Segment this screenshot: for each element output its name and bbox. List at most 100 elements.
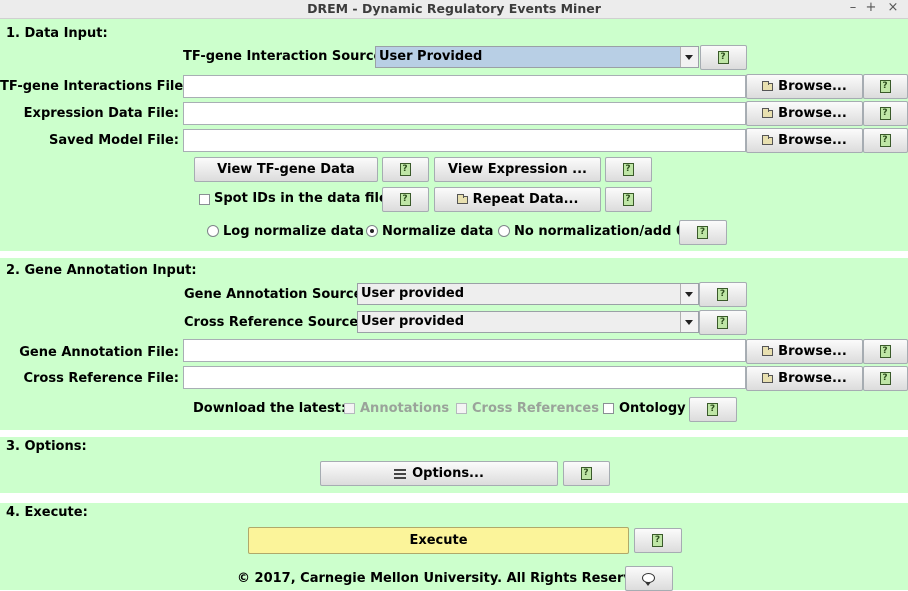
maximize-button[interactable]: + xyxy=(862,0,880,17)
cross-references-checkbox[interactable] xyxy=(456,403,467,414)
folder-icon xyxy=(456,193,468,204)
execute-button[interactable]: Execute xyxy=(248,527,629,554)
help-icon: ? xyxy=(652,533,663,547)
gene-annotation-panel: 2. Gene Annotation Input: Gene Annotatio… xyxy=(0,258,908,430)
title-bar: DREM - Dynamic Regulatory Events Miner –… xyxy=(0,0,908,19)
cross-reference-source-value: User provided xyxy=(361,314,465,329)
gene-annotation-file-input[interactable] xyxy=(183,339,746,362)
data-input-panel: 1. Data Input: TF-gene Interaction Sourc… xyxy=(0,19,908,251)
tf-source-help-button[interactable]: ? xyxy=(700,45,747,70)
gene-annotation-browse-button[interactable]: Browse... xyxy=(746,339,863,364)
help-icon: ? xyxy=(879,371,891,385)
log-normalize-label: Log normalize data xyxy=(223,224,364,239)
tf-file-browse-button[interactable]: Browse... xyxy=(746,74,863,99)
view-tf-data-button[interactable]: View TF-gene Data xyxy=(194,157,378,182)
help-icon: ? xyxy=(879,106,891,120)
window-title: DREM - Dynamic Regulatory Events Miner xyxy=(307,1,601,16)
spot-ids-label: Spot IDs in the data file xyxy=(214,191,388,206)
view-expr-help-button[interactable]: ? xyxy=(605,157,652,182)
cross-reference-source-label: Cross Reference Source: xyxy=(184,315,364,330)
chevron-down-icon[interactable] xyxy=(680,312,698,332)
execute-heading: 4. Execute: xyxy=(6,505,88,520)
chevron-down-icon[interactable] xyxy=(680,47,698,67)
tf-source-value: User Provided xyxy=(376,47,681,67)
log-normalize-radio[interactable] xyxy=(207,225,219,237)
browse-label: Browse... xyxy=(778,344,847,359)
repeat-data-label: Repeat Data... xyxy=(472,192,579,207)
help-icon: ? xyxy=(399,162,411,176)
options-panel: 3. Options: Options... ? xyxy=(0,437,908,493)
annotations-label: Annotations xyxy=(360,401,450,416)
view-tf-help-button[interactable]: ? xyxy=(382,157,429,182)
cross-reference-file-help-button[interactable]: ? xyxy=(863,366,908,391)
tf-file-help-button[interactable]: ? xyxy=(863,74,908,99)
data-input-heading: 1. Data Input: xyxy=(6,26,108,41)
folder-icon xyxy=(762,80,774,91)
options-label: Options... xyxy=(412,466,484,481)
options-button[interactable]: Options... xyxy=(320,461,558,486)
download-latest-label: Download the latest: xyxy=(193,401,347,416)
ontology-label: Ontology xyxy=(619,401,686,416)
browse-label: Browse... xyxy=(778,133,847,148)
chevron-down-icon[interactable] xyxy=(680,284,698,304)
download-help-button[interactable]: ? xyxy=(689,397,737,422)
folder-icon xyxy=(762,345,774,356)
model-file-input[interactable] xyxy=(183,129,746,152)
gene-annotation-file-help-button[interactable]: ? xyxy=(863,339,908,364)
folder-icon xyxy=(762,107,774,118)
cross-references-label: Cross References xyxy=(472,401,599,416)
normalize-radio[interactable] xyxy=(366,225,378,237)
cross-reference-source-dropdown[interactable]: User provided xyxy=(357,311,699,333)
spot-ids-checkbox[interactable] xyxy=(199,194,210,205)
expr-file-input[interactable] xyxy=(183,102,746,125)
gene-annotation-source-value: User provided xyxy=(361,286,465,301)
cross-reference-source-help-button[interactable]: ? xyxy=(699,310,747,335)
gene-annotation-source-help-button[interactable]: ? xyxy=(699,282,747,307)
model-file-browse-button[interactable]: Browse... xyxy=(746,128,863,153)
help-icon: ? xyxy=(879,133,891,147)
execute-help-button[interactable]: ? xyxy=(634,528,682,553)
feedback-button[interactable] xyxy=(625,566,673,591)
tf-source-dropdown[interactable]: User Provided xyxy=(375,46,699,68)
repeat-data-help-button[interactable]: ? xyxy=(605,187,652,212)
expr-file-help-button[interactable]: ? xyxy=(863,101,908,126)
browse-label: Browse... xyxy=(778,79,847,94)
cross-reference-browse-button[interactable]: Browse... xyxy=(746,366,863,391)
close-button[interactable]: × xyxy=(884,0,902,17)
help-icon: ? xyxy=(717,50,729,64)
browse-label: Browse... xyxy=(778,371,847,386)
help-icon: ? xyxy=(879,344,891,358)
options-icon xyxy=(394,468,407,480)
gene-annotation-heading: 2. Gene Annotation Input: xyxy=(6,263,197,278)
gene-annotation-source-dropdown[interactable]: User provided xyxy=(357,283,699,305)
speech-bubble-icon xyxy=(642,572,655,586)
help-icon: ? xyxy=(622,192,634,206)
tf-source-label: TF-gene Interaction Source: xyxy=(183,49,388,64)
model-file-label: Saved Model File: xyxy=(48,133,179,148)
expr-file-label: Expression Data File: xyxy=(23,106,179,121)
tf-file-label: TF-gene Interactions File: xyxy=(0,79,189,94)
folder-icon xyxy=(762,372,774,383)
no-normalization-radio[interactable] xyxy=(498,225,510,237)
help-icon: ? xyxy=(707,402,718,416)
cross-reference-file-input[interactable] xyxy=(183,366,746,389)
ontology-checkbox[interactable] xyxy=(603,403,614,414)
normalization-help-button[interactable]: ? xyxy=(679,220,727,245)
gene-annotation-file-label: Gene Annotation File: xyxy=(19,345,179,360)
view-expression-button[interactable]: View Expression ... xyxy=(434,157,601,182)
annotations-checkbox[interactable] xyxy=(344,403,355,414)
options-heading: 3. Options: xyxy=(6,439,87,454)
minimize-button[interactable]: – xyxy=(844,0,862,17)
browse-label: Browse... xyxy=(778,106,847,121)
help-icon: ? xyxy=(697,225,708,239)
cross-reference-file-label: Cross Reference File: xyxy=(23,371,179,386)
tf-file-input[interactable] xyxy=(183,75,746,98)
options-help-button[interactable]: ? xyxy=(563,461,610,486)
help-icon: ? xyxy=(622,162,634,176)
spot-ids-help-button[interactable]: ? xyxy=(382,187,429,212)
model-file-help-button[interactable]: ? xyxy=(863,128,908,153)
help-icon: ? xyxy=(717,315,728,329)
repeat-data-button[interactable]: Repeat Data... xyxy=(434,187,601,212)
expr-file-browse-button[interactable]: Browse... xyxy=(746,101,863,126)
gene-annotation-source-label: Gene Annotation Source: xyxy=(184,287,368,302)
